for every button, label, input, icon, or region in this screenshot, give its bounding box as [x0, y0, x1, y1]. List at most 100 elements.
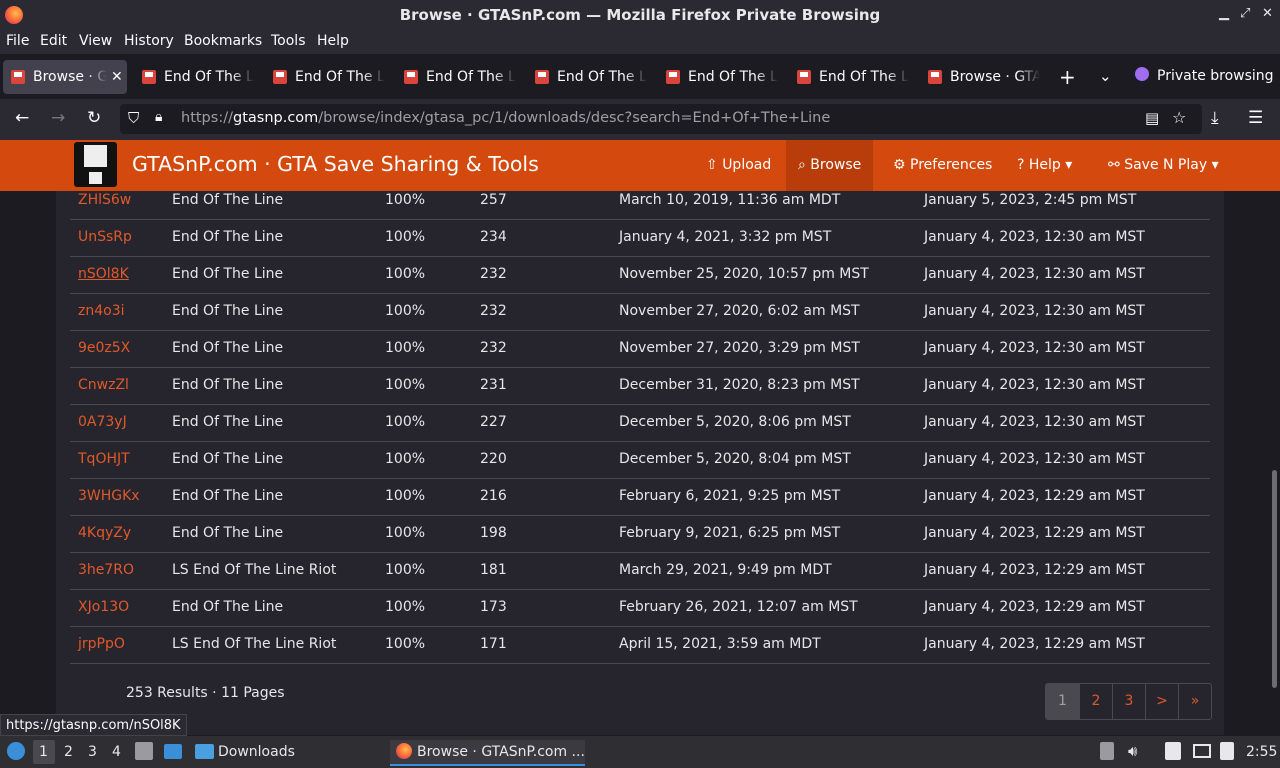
site-logo[interactable]: [74, 142, 117, 187]
cell-created: February 26, 2021, 12:07 am MST: [619, 599, 858, 615]
page-1[interactable]: 1: [1046, 684, 1079, 719]
save-id-link[interactable]: 4KqyZy: [78, 525, 131, 541]
menu-bookmarks[interactable]: Bookmarks: [184, 33, 262, 49]
menu-edit[interactable]: Edit: [40, 33, 67, 49]
save-id-link[interactable]: XJo13O: [78, 599, 129, 615]
cell-dl: 181: [480, 562, 507, 578]
tab-end-of-the-line[interactable]: End Of The Line: [396, 60, 520, 94]
reader-view-icon[interactable]: ▤: [1145, 109, 1159, 127]
url-host: gtasnp.com: [232, 110, 319, 126]
cell-updated: January 5, 2023, 2:45 pm MST: [924, 192, 1137, 208]
cell-dl: 171: [480, 636, 507, 652]
page-3[interactable]: 3: [1112, 684, 1145, 719]
save-id-link[interactable]: UnSsRp: [78, 229, 132, 245]
scrollbar[interactable]: [1272, 470, 1277, 688]
table-row: XJo13O End Of The Line 100% 173 February 26,…: [70, 590, 1210, 627]
cell-name: End Of The Line: [172, 303, 284, 319]
workspace-1[interactable]: 1: [39, 744, 48, 760]
cell-created: November 27, 2020, 6:02 am MST: [619, 303, 860, 319]
volume-icon[interactable]: 🔊︎: [1128, 742, 1137, 760]
taskbar: 1 2 3 4 Downloads Browse · GTASnP.com ..…: [0, 736, 1280, 768]
bookmark-star-icon[interactable]: ☆: [1172, 108, 1186, 127]
cell-updated: January 4, 2023, 12:30 am MST: [924, 229, 1145, 245]
network-icon[interactable]: [1220, 742, 1234, 760]
save-id-link[interactable]: CnwzZl: [78, 377, 129, 393]
file-manager-icon[interactable]: [135, 742, 153, 760]
shield-icon[interactable]: ⛉: [128, 109, 139, 127]
workspace-4[interactable]: 4: [112, 744, 121, 760]
battery-icon[interactable]: [1100, 742, 1114, 760]
save-id-link[interactable]: 3WHGKx: [78, 488, 140, 504]
menu-tools[interactable]: Tools: [271, 33, 306, 49]
cell-name: End Of The Line: [172, 377, 284, 393]
workspace-2[interactable]: 2: [64, 744, 73, 760]
lock-icon[interactable]: 🔒︎: [155, 109, 162, 125]
tab-favicon-icon: [535, 70, 549, 84]
cell-updated: January 4, 2023, 12:29 am MST: [924, 525, 1145, 541]
tab-end-of-the-line[interactable]: End Of The Line: [265, 60, 389, 94]
tab-label: End Of The Line: [688, 69, 778, 85]
new-tab-icon[interactable]: +: [1059, 65, 1076, 89]
cell-pct: 100%: [385, 562, 426, 578]
tab-favicon-icon: [797, 70, 811, 84]
save-id-link[interactable]: 3he7RO: [78, 562, 134, 578]
page-next[interactable]: >: [1145, 684, 1178, 719]
tab-list-chevron-down-icon[interactable]: ⌄: [1099, 67, 1112, 85]
save-id-link[interactable]: TqOHJT: [78, 451, 130, 467]
menu-help[interactable]: Help: [317, 33, 349, 49]
menu-file[interactable]: File: [6, 33, 29, 49]
minimize-icon[interactable]: ▁: [1219, 6, 1229, 21]
desktop-icon[interactable]: [164, 744, 182, 759]
save-id-link[interactable]: nSOl8K: [78, 266, 129, 282]
table-row: CnwzZl End Of The Line 100% 231 December 31,…: [70, 368, 1210, 405]
tab-browse[interactable]: Browse · GTASnP.com: [920, 60, 1044, 94]
tab-favicon-icon: [404, 70, 418, 84]
hamburger-menu-icon[interactable]: ☰: [1248, 108, 1263, 128]
nav-preferences-label: Preferences: [910, 157, 993, 173]
cell-updated: January 4, 2023, 12:30 am MST: [924, 414, 1145, 430]
save-id-link[interactable]: jrpPpO: [78, 636, 125, 652]
forward-icon[interactable]: →: [51, 108, 65, 128]
page-last[interactable]: »: [1178, 684, 1211, 719]
tab-label: Browse · GTASnP.com: [33, 69, 107, 85]
menu-history[interactable]: History: [124, 33, 174, 49]
site-brand[interactable]: GTASnP.com · GTA Save Sharing & Tools: [132, 152, 539, 176]
tab-end-of-the-line[interactable]: End Of The Line: [134, 60, 258, 94]
workspace-3[interactable]: 3: [88, 744, 97, 760]
cell-dl: 216: [480, 488, 507, 504]
tab-end-of-the-line[interactable]: End Of The Line: [527, 60, 651, 94]
cell-pct: 100%: [385, 488, 426, 504]
restore-icon[interactable]: ⤢: [1240, 6, 1250, 21]
page-2[interactable]: 2: [1079, 684, 1112, 719]
tab-close-icon[interactable]: ✕: [111, 69, 123, 85]
table-row: 3WHGKx End Of The Line 100% 216 February 6, …: [70, 479, 1210, 516]
cell-name: LS End Of The Line Riot: [172, 636, 337, 652]
taskbar-downloads[interactable]: Downloads: [218, 744, 295, 760]
url-bar[interactable]: ⛉ 🔒︎ https://gtasnp.com/browse/index/gta…: [120, 104, 1202, 134]
close-icon[interactable]: ✕: [1262, 6, 1273, 21]
save-id-link[interactable]: 9e0z5X: [78, 340, 130, 356]
app-menu-icon[interactable]: [7, 742, 25, 760]
cell-pct: 100%: [385, 414, 426, 430]
save-id-link[interactable]: ZHlS6w: [78, 192, 131, 208]
taskbar-window-firefox[interactable]: Browse · GTASnP.com ...: [417, 744, 585, 760]
table-row: UnSsRp End Of The Line 100% 234 January 4, 2…: [70, 220, 1210, 257]
tab-end-of-the-line[interactable]: End Of The Line: [789, 60, 913, 94]
save-id-link[interactable]: zn4o3i: [78, 303, 125, 319]
clipboard-icon[interactable]: [1165, 742, 1181, 760]
url-text[interactable]: https://gtasnp.com/browse/index/gtasa_pc…: [181, 110, 830, 126]
tab-end-of-the-line[interactable]: End Of The Line: [658, 60, 782, 94]
cell-name: LS End Of The Line Riot: [172, 562, 337, 578]
reload-icon[interactable]: ↻: [87, 108, 101, 128]
url-path: /browse/index/gtasa_pc/1/downloads/desc?…: [318, 110, 831, 126]
menu-bar: File Edit View History Bookmarks Tools H…: [0, 30, 1280, 54]
back-icon[interactable]: ←: [15, 108, 29, 128]
cell-created: March 10, 2019, 11:36 am MDT: [619, 192, 841, 208]
tab-browse[interactable]: Browse · GTASnP.com ✕: [3, 60, 127, 94]
downloads-icon[interactable]: ⤓: [1211, 108, 1219, 128]
upload-icon: ⇧: [706, 157, 723, 173]
tab-favicon-icon: [666, 70, 680, 84]
screen-icon[interactable]: [1193, 744, 1211, 758]
menu-view[interactable]: View: [79, 33, 112, 49]
save-id-link[interactable]: 0A73yJ: [78, 414, 127, 430]
